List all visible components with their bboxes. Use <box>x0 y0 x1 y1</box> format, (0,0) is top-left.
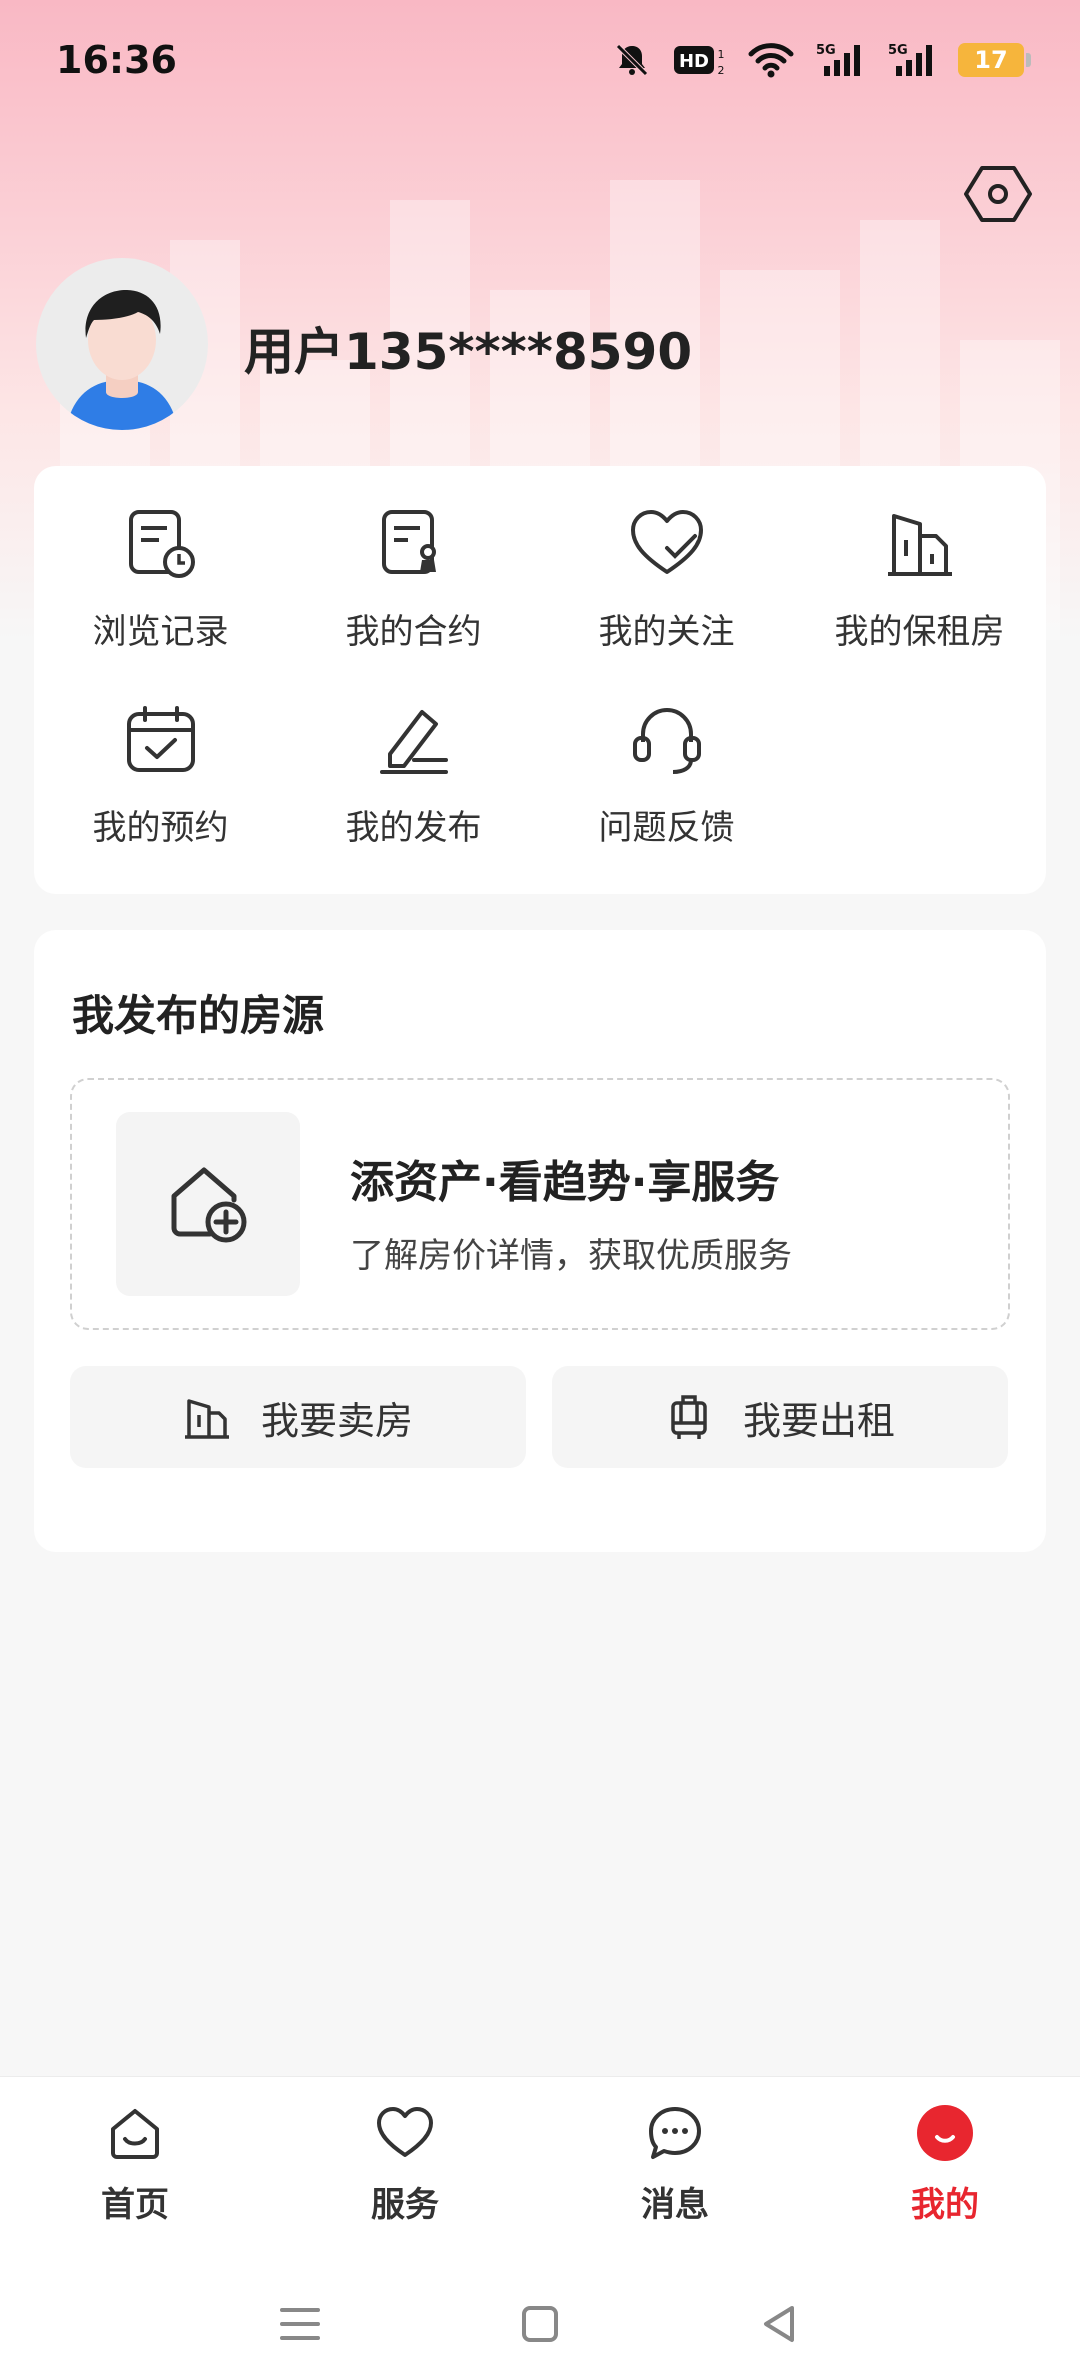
sell-house-button[interactable]: 我要卖房 <box>70 1366 526 1468</box>
headset-icon <box>632 708 701 774</box>
quick-menu-card: 浏览记录 我的合约 我的关注 我的保租房 我的预约 我的发布 问题反馈 <box>34 466 1046 894</box>
hexagon-gear-icon <box>964 166 1032 222</box>
promo-subtitle: 了解房价详情，获取优质服务 <box>350 1236 792 1276</box>
menu-item-appointments[interactable]: 我的预约 <box>34 698 287 894</box>
hd-icon: HD 1 2 <box>674 46 725 77</box>
5g-signal-icon: 5G <box>816 43 860 76</box>
tab-label: 首页 <box>101 2185 169 2225</box>
edit-pen-icon <box>379 710 448 774</box>
5g-signal-icon: 5G <box>888 43 932 76</box>
home-icon <box>111 2109 159 2159</box>
system-navigation-bar <box>0 2272 1080 2376</box>
tab-label: 消息 <box>641 2185 709 2225</box>
heart-icon <box>377 2107 433 2157</box>
battery-icon: 17 <box>958 43 1031 77</box>
published-listings-card: 我发布的房源 添资产·看趋势·享服务 了解房价详情，获取优质服务 我要卖房 我要… <box>34 930 1046 1552</box>
menu-item-label: 我的预约 <box>92 808 229 848</box>
promo-icon-box <box>116 1112 300 1296</box>
menu-item-label: 浏览记录 <box>92 612 229 652</box>
house-add-icon <box>171 1167 247 1243</box>
menu-lines-icon <box>280 2308 320 2340</box>
back-triangle-icon <box>764 2306 794 2342</box>
tab-messages[interactable]: 消息 <box>540 2077 810 2272</box>
svg-text:5G: 5G <box>888 43 908 58</box>
svg-text:HD: HD <box>679 51 709 72</box>
settings-button[interactable] <box>956 152 1040 236</box>
user-avatar-icon <box>66 290 178 430</box>
svg-text:2: 2 <box>718 64 725 77</box>
status-bar: 16:36 HD 1 2 5G 5G 17 <box>0 0 1080 120</box>
add-property-promo[interactable]: 添资产·看趋势·享服务 了解房价详情，获取优质服务 <box>70 1078 1010 1330</box>
heart-check-icon <box>630 510 703 574</box>
menu-item-history[interactable]: 浏览记录 <box>34 502 287 698</box>
menu-item-label: 我的保租房 <box>834 612 1005 652</box>
tab-home[interactable]: 首页 <box>0 2077 270 2272</box>
menu-item-label: 问题反馈 <box>598 808 735 848</box>
battery-level: 17 <box>974 46 1008 74</box>
menu-item-label: 我的发布 <box>345 808 482 848</box>
menu-item-favorites[interactable]: 我的关注 <box>540 502 793 698</box>
nav-menu-button[interactable] <box>260 2284 340 2364</box>
tab-label: 我的 <box>911 2185 979 2225</box>
square-home-icon <box>522 2306 558 2342</box>
svg-text:1: 1 <box>718 48 725 61</box>
history-doc-icon <box>128 510 195 578</box>
building-icon <box>184 1399 229 1439</box>
chat-bubble-icon <box>649 2107 701 2159</box>
contract-icon <box>381 510 436 574</box>
building-icon <box>887 514 952 576</box>
bottom-tab-bar: 首页 服务 消息 我的 <box>0 2076 1080 2272</box>
status-time: 16:36 <box>56 38 177 82</box>
username[interactable]: 用户135****8590 <box>244 312 692 384</box>
menu-item-contract[interactable]: 我的合约 <box>287 502 540 698</box>
section-title: 我发布的房源 <box>72 991 325 1040</box>
tab-mine[interactable]: 我的 <box>810 2077 1080 2272</box>
smile-dot-icon <box>917 2105 973 2161</box>
quick-menu-grid: 浏览记录 我的合约 我的关注 我的保租房 我的预约 我的发布 问题反馈 <box>34 466 1046 894</box>
tab-services[interactable]: 服务 <box>270 2077 540 2272</box>
avatar[interactable] <box>36 258 208 430</box>
tab-label: 服务 <box>371 2185 439 2225</box>
menu-item-label: 我的关注 <box>598 612 735 652</box>
sell-button-label: 我要卖房 <box>260 1398 413 1443</box>
mute-bell-icon <box>616 44 648 76</box>
menu-item-label: 我的合约 <box>345 612 482 652</box>
rent-button-label: 我要出租 <box>742 1398 895 1443</box>
luggage-icon <box>671 1395 707 1439</box>
calendar-check-icon <box>126 706 195 772</box>
rent-out-button[interactable]: 我要出租 <box>552 1366 1008 1468</box>
wifi-icon <box>748 43 794 78</box>
promo-title: 添资产·看趋势·享服务 <box>350 1157 780 1208</box>
menu-item-rental-housing[interactable]: 我的保租房 <box>793 502 1046 698</box>
nav-back-button[interactable] <box>740 2284 820 2364</box>
menu-item-my-posts[interactable]: 我的发布 <box>287 698 540 894</box>
status-icons: HD 1 2 5G 5G 17 <box>612 40 1031 80</box>
menu-item-feedback[interactable]: 问题反馈 <box>540 698 793 894</box>
nav-home-button[interactable] <box>500 2284 580 2364</box>
svg-text:5G: 5G <box>816 43 836 58</box>
